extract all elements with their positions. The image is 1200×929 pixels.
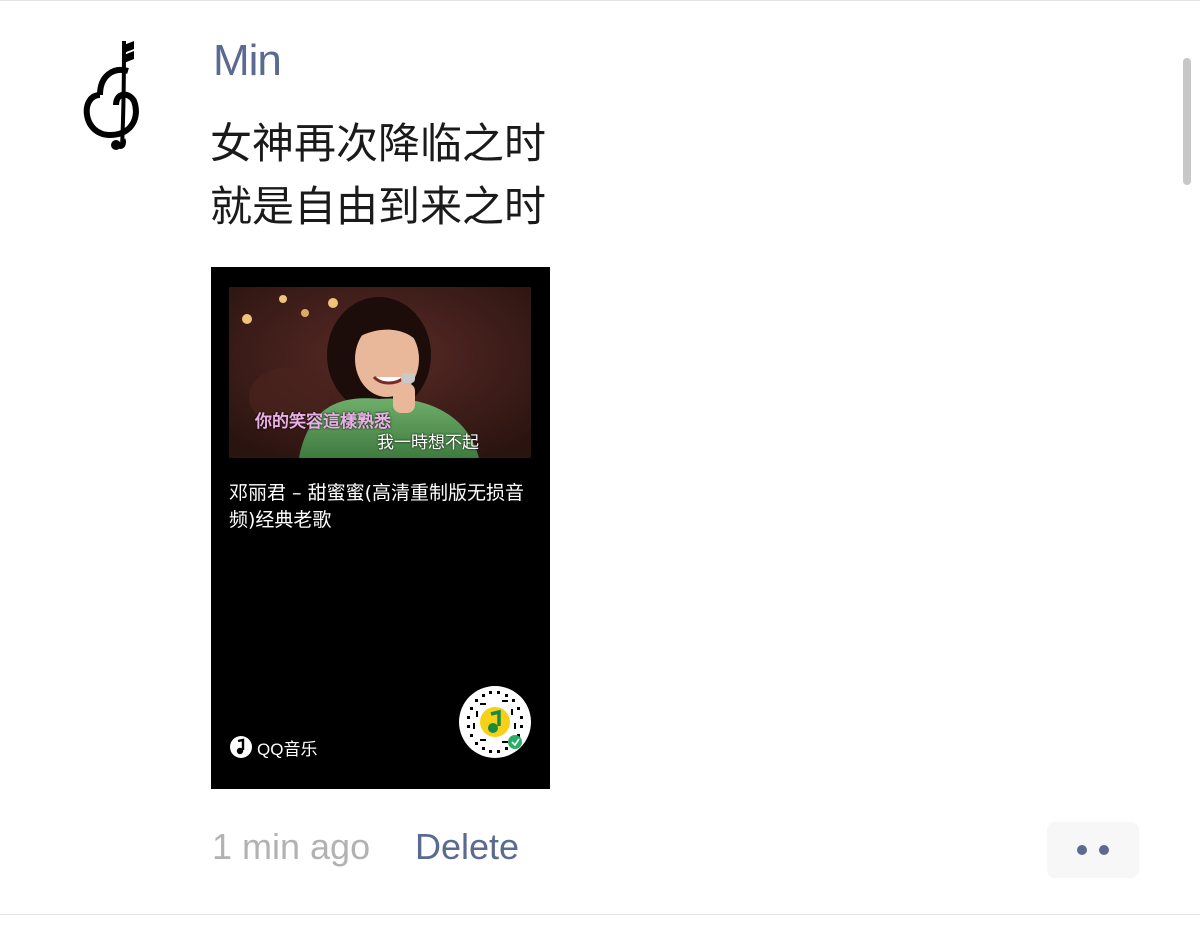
more-dots-icon [1099, 845, 1109, 855]
qq-music-logo-icon [230, 736, 252, 758]
avatar[interactable] [70, 35, 166, 155]
author-name[interactable]: Min [213, 36, 282, 86]
post-text-line: 女神再次降临之时 [210, 119, 547, 168]
lyric-line-1: 你的笑容這樣熟悉 [255, 412, 391, 432]
mini-program-code-icon[interactable] [458, 685, 532, 759]
treble-clef-monogram-icon [83, 40, 139, 150]
top-divider [0, 0, 1200, 1]
more-dots-icon [1077, 845, 1087, 855]
scrollbar[interactable] [1183, 58, 1191, 185]
moment-post: Min 女神再次降临之时 就是自由到来之时 你的笑容這樣熟悉 我一時想不起 邓丽… [0, 0, 1200, 929]
more-actions-button[interactable] [1047, 822, 1139, 878]
song-title: 邓丽君 – 甜蜜蜜(高清重制版无损音频)经典老歌 [229, 482, 524, 531]
post-text-line: 就是自由到来之时 [210, 182, 547, 231]
bottom-divider [0, 914, 1200, 915]
post-text: 女神再次降临之时 就是自由到来之时 [210, 112, 810, 238]
lyric-line-2: 我一時想不起 [377, 433, 479, 453]
brand-label: QQ音乐 [257, 739, 318, 759]
brand: QQ音乐 [229, 734, 317, 760]
delete-link[interactable]: Delete [415, 826, 519, 868]
timestamp: 1 min ago [212, 826, 371, 867]
music-share-card[interactable]: 你的笑容這樣熟悉 我一時想不起 邓丽君 – 甜蜜蜜(高清重制版无损音频)经典老歌… [211, 267, 550, 789]
